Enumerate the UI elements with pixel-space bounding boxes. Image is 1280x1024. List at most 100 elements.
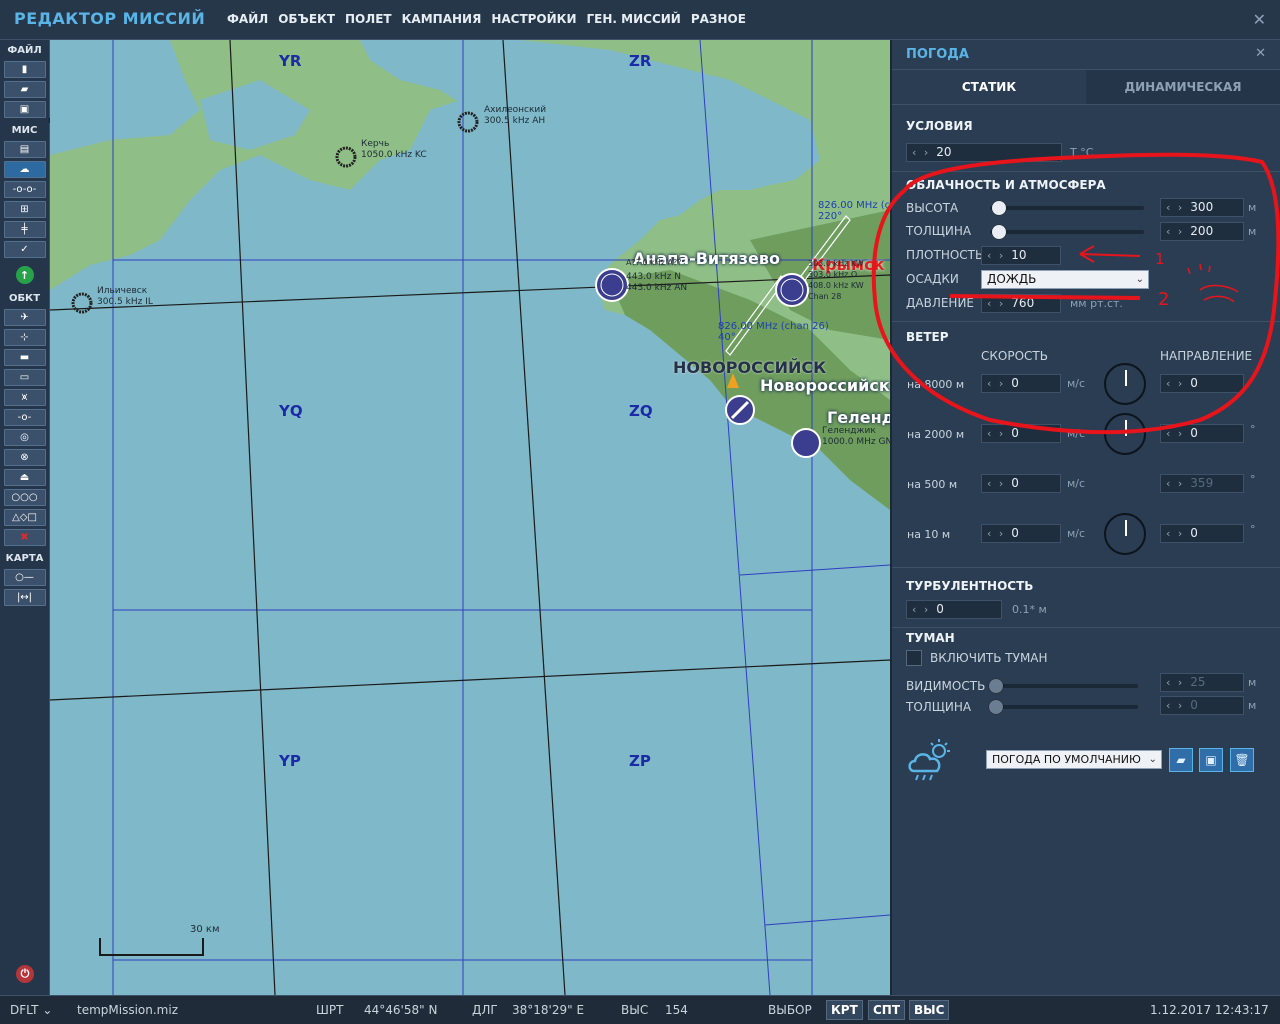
menu-mission-gen[interactable]: ГЕН. МИССИЙ bbox=[587, 12, 681, 26]
stepper-arrows-icon: ‹ › bbox=[1166, 201, 1185, 214]
weather-icon[interactable]: ☁ bbox=[3, 161, 46, 178]
precipitation-label: ОСАДКИ bbox=[906, 272, 959, 286]
plane-icon[interactable]: ╪ bbox=[3, 221, 46, 238]
go-icon[interactable]: ↑ bbox=[15, 266, 34, 284]
stepper-arrows-icon: ‹ › bbox=[1166, 699, 1185, 712]
map-view[interactable]: YR ZR YQ ZQ YP ZP Ахилеонский 300.5 kHz A… bbox=[50, 40, 890, 995]
ship-icon[interactable]: ▬ bbox=[3, 349, 46, 366]
airbase-novorossiysk-label[interactable]: Новороссийск bbox=[760, 376, 890, 395]
measure-icon[interactable]: |↔| bbox=[3, 589, 46, 606]
menu-settings[interactable]: НАСТРОЙКИ bbox=[491, 12, 576, 26]
ruler-icon[interactable]: ○— bbox=[3, 569, 46, 586]
fog-thickness-label: ТОЛЩИНА bbox=[906, 700, 972, 714]
wind-direction-unit: ° bbox=[1250, 473, 1256, 486]
map-mode-button[interactable]: КРТ bbox=[826, 1000, 863, 1020]
cloud-thickness-slider[interactable] bbox=[990, 225, 1144, 239]
vehicle-icon[interactable]: ▭ bbox=[3, 369, 46, 386]
fog-visibility-label: ВИДИМОСТЬ bbox=[906, 679, 986, 693]
turbulence-unit: 0.1* м bbox=[1012, 603, 1047, 616]
divider bbox=[892, 321, 1280, 322]
wind-speed-input[interactable]: ‹ › 0 bbox=[981, 524, 1061, 543]
cloud-thickness-input[interactable]: ‹ › 200 bbox=[1160, 222, 1244, 241]
shapes-icon[interactable]: △◇□ bbox=[3, 509, 46, 526]
fuel-icon[interactable]: ⏏ bbox=[3, 469, 46, 486]
zone-icon[interactable]: ◎ bbox=[3, 429, 46, 446]
precipitation-select[interactable]: ДОЖДЬ ⌄ bbox=[981, 270, 1149, 289]
stepper-arrows-icon: ‹ › bbox=[1166, 427, 1185, 440]
stepper-arrows-icon: ‹ › bbox=[987, 377, 1006, 390]
temperature-input[interactable]: ‹ › 20 bbox=[906, 143, 1062, 162]
target-icon[interactable]: ⊞ bbox=[3, 201, 46, 218]
menu-campaign[interactable]: КАМПАНИЯ bbox=[402, 12, 482, 26]
save-icon[interactable]: ▣ bbox=[3, 101, 46, 118]
wind-speed-input[interactable]: ‹ › 0 bbox=[981, 374, 1061, 393]
wind-direction-input[interactable]: ‹ › 0 bbox=[1160, 424, 1244, 443]
check-icon[interactable]: ✓ bbox=[3, 241, 46, 258]
latitude-value: 44°46'58" N bbox=[364, 1003, 438, 1017]
slider-knob[interactable] bbox=[992, 225, 1007, 239]
beacon-label: Ильичевск 300.5 kHz IL bbox=[97, 286, 153, 307]
menu-object[interactable]: ОБЪЕКТ bbox=[278, 12, 335, 26]
briefing-icon[interactable]: ▤ bbox=[3, 141, 46, 158]
grid-label-yr: YR bbox=[279, 52, 302, 70]
static-icon[interactable]: -o- bbox=[3, 409, 46, 426]
close-icon[interactable]: ✕ bbox=[1255, 46, 1266, 61]
chevron-down-icon: ⌄ bbox=[1148, 754, 1157, 765]
stepper-arrows-icon: ‹ › bbox=[1166, 527, 1185, 540]
airbase-gelendzhik-label[interactable]: Геленд bbox=[827, 408, 890, 427]
satellite-mode-button[interactable]: СПТ bbox=[868, 1000, 906, 1020]
toolbar-section-file: ФАЙЛ bbox=[7, 45, 42, 56]
wind-direction-dial[interactable] bbox=[1104, 413, 1146, 455]
fog-thickness-unit: м bbox=[1248, 699, 1257, 712]
wind-speed-unit: м/с bbox=[1067, 427, 1086, 440]
airplane-icon[interactable]: ✈ bbox=[3, 309, 46, 326]
latitude-label: ШРТ bbox=[316, 1003, 344, 1017]
cloud-height-slider[interactable] bbox=[990, 201, 1144, 215]
wind-direction-input[interactable]: ‹ › 0 bbox=[1160, 524, 1244, 543]
slider-knob[interactable] bbox=[992, 201, 1007, 215]
chevron-down-icon: ⌄ bbox=[1135, 274, 1144, 285]
helicopter-icon[interactable]: ⊹ bbox=[3, 329, 46, 346]
trash-icon[interactable]: 🗑 bbox=[1230, 748, 1254, 772]
cloud-height-input[interactable]: ‹ › 300 bbox=[1160, 198, 1244, 217]
marker-icon[interactable]: ⊗ bbox=[3, 449, 46, 466]
profile-select[interactable]: DFLT ⌄ bbox=[10, 1003, 52, 1017]
wind-speed-input[interactable]: ‹ › 0 bbox=[981, 474, 1061, 493]
cloud-sun-rain-icon bbox=[908, 739, 950, 781]
train-icon[interactable]: ⩙ bbox=[3, 389, 46, 406]
tab-static[interactable]: СТАТИК bbox=[892, 70, 1086, 104]
save-icon[interactable]: ▣ bbox=[1199, 748, 1223, 772]
menu-file[interactable]: ФАЙЛ bbox=[227, 12, 268, 26]
weather-preset-select[interactable]: ПОГОДА ПО УМОЛЧАНИЮ ⌄ bbox=[986, 750, 1162, 769]
wind-speed-input[interactable]: ‹ › 0 bbox=[981, 424, 1061, 443]
altitude-mode-button[interactable]: ВЫС bbox=[909, 1000, 950, 1020]
pressure-input[interactable]: ‹ › 760 bbox=[981, 294, 1061, 313]
altitude-label: ВЫС bbox=[621, 1003, 649, 1017]
group-icon[interactable]: ○○○ bbox=[3, 489, 46, 506]
stepper-arrows-icon: ‹ › bbox=[1166, 477, 1185, 490]
menu-misc[interactable]: РАЗНОЕ bbox=[691, 12, 746, 26]
wind-direction-dial[interactable] bbox=[1104, 363, 1146, 405]
wind-direction-dial[interactable] bbox=[1104, 513, 1146, 555]
delete-icon[interactable]: ✖ bbox=[3, 529, 46, 546]
wind-direction-input[interactable]: ‹ › 0 bbox=[1160, 374, 1244, 393]
krymsk-beacons: 303.0 kHz KW 303.0 kHz O 408.0 kHz KW Chan … bbox=[808, 259, 864, 301]
grid-label-zp: ZP bbox=[629, 752, 651, 770]
turbulence-input[interactable]: ‹ › 0 bbox=[906, 600, 1002, 619]
route-icon[interactable]: -o-o- bbox=[3, 181, 46, 198]
city-novorossiysk: НОВОРОССИЙСК bbox=[673, 358, 827, 377]
tab-dynamic[interactable]: ДИНАМИЧЕСКАЯ bbox=[1086, 70, 1280, 104]
wind-title: ВЕТЕР bbox=[906, 330, 949, 344]
stepper-arrows-icon: ‹ › bbox=[912, 603, 931, 616]
grid-label-yq: YQ bbox=[279, 402, 303, 420]
exit-icon[interactable]: ⏻ bbox=[16, 965, 34, 983]
menu-flight[interactable]: ПОЛЕТ bbox=[345, 12, 392, 26]
open-folder-icon[interactable]: ▰ bbox=[3, 81, 46, 98]
cloud-density-input[interactable]: ‹ › 10 bbox=[981, 246, 1061, 265]
slider-knob bbox=[989, 700, 1003, 714]
fog-title: ТУМАН bbox=[906, 631, 955, 645]
new-file-icon[interactable]: ▮ bbox=[3, 61, 46, 78]
close-icon[interactable]: ✕ bbox=[1253, 10, 1266, 29]
open-folder-icon[interactable]: ▰ bbox=[1169, 748, 1193, 772]
fog-enable-checkbox[interactable] bbox=[906, 650, 922, 666]
